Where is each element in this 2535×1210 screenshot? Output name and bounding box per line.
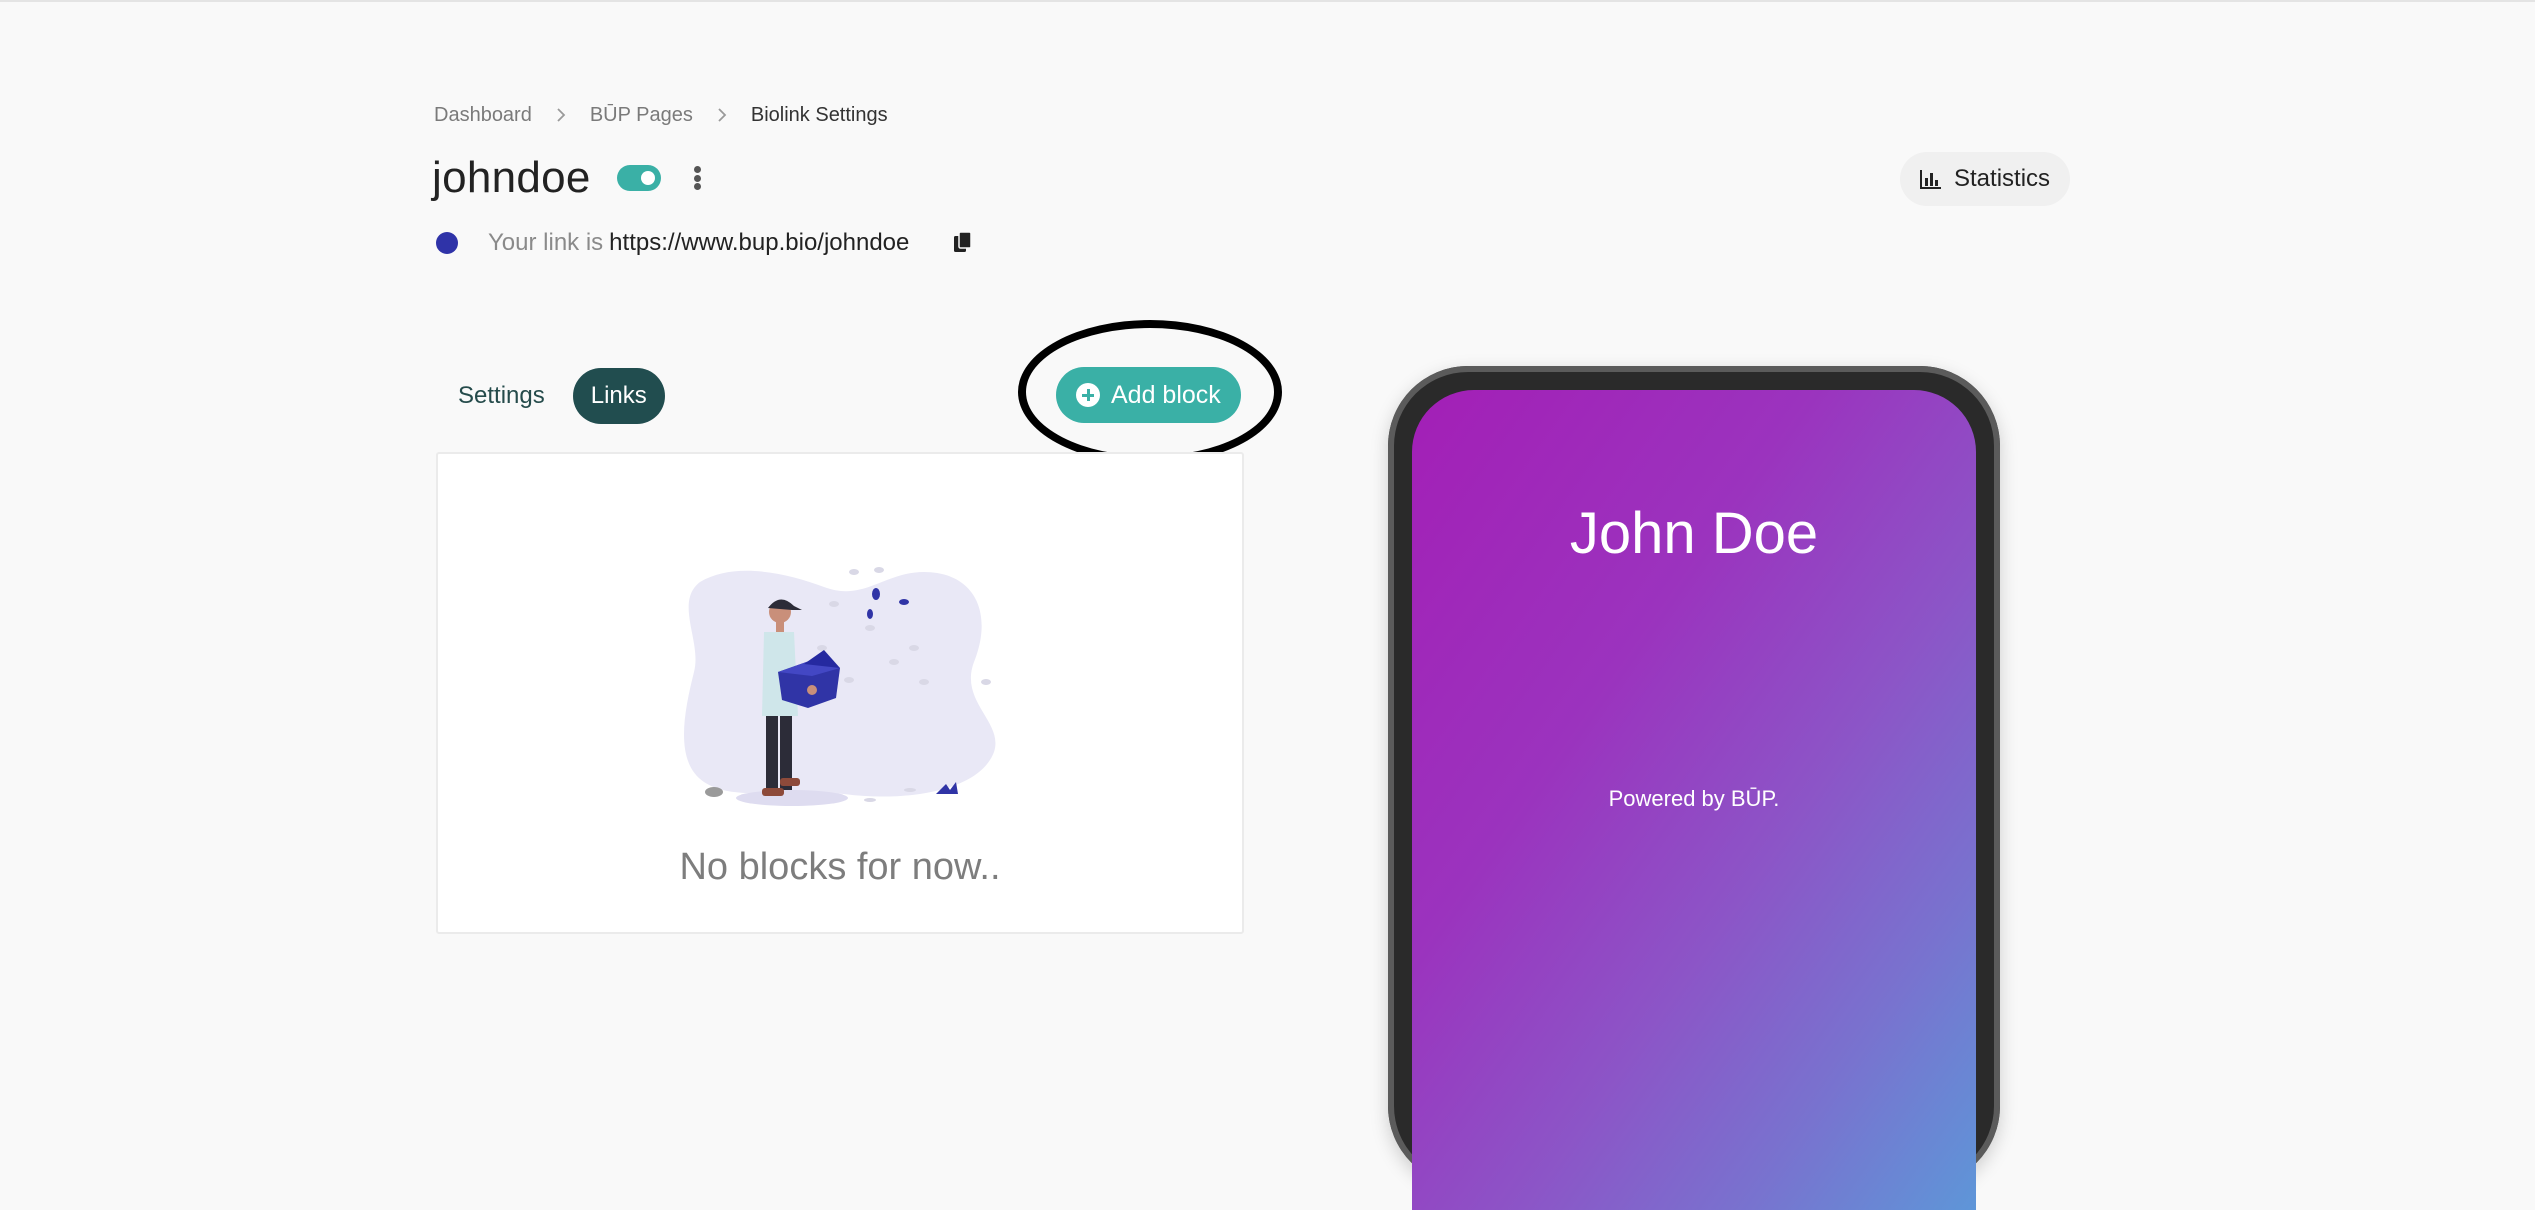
page-active-toggle[interactable] bbox=[616, 165, 661, 191]
plus-circle-icon bbox=[1076, 383, 1100, 407]
preview-profile-name: John Doe bbox=[1569, 501, 1819, 566]
status-dot bbox=[436, 232, 458, 254]
add-block-button[interactable]: Add block bbox=[1056, 367, 1241, 423]
statistics-button[interactable]: Statistics bbox=[1900, 152, 2071, 206]
page-title: johndoe bbox=[432, 153, 591, 202]
tab-bar: Settings Links bbox=[440, 368, 665, 424]
breadcrumb-bup-pages[interactable]: BŪP Pages bbox=[590, 104, 693, 127]
chevron-right-icon bbox=[556, 108, 566, 122]
phone-screen: John Doe Powered by BŪP. bbox=[1412, 390, 1976, 1210]
breadcrumb-dashboard[interactable]: Dashboard bbox=[434, 104, 532, 127]
empty-state-message: No blocks for now.. bbox=[679, 846, 1001, 888]
add-block-label: Add block bbox=[1111, 380, 1221, 409]
breadcrumb-current: Biolink Settings bbox=[750, 103, 888, 126]
link-row: Your link is https://www.bup.bio/johndoe bbox=[436, 226, 973, 260]
tab-settings[interactable]: Settings bbox=[440, 368, 563, 424]
bar-chart-icon bbox=[1920, 170, 1941, 189]
page-url-link[interactable]: https://www.bup.bio/johndoe bbox=[609, 229, 909, 257]
phone-preview: John Doe Powered by BŪP. bbox=[1388, 366, 2000, 1210]
links-empty-card: No blocks for now.. bbox=[436, 452, 1244, 934]
copy-icon[interactable] bbox=[953, 231, 973, 255]
top-divider bbox=[0, 0, 2535, 2]
breadcrumb: Dashboard BŪP Pages Biolink Settings bbox=[434, 100, 888, 130]
empty-box-illustration bbox=[684, 567, 996, 806]
tab-links[interactable]: Links bbox=[572, 368, 665, 424]
statistics-label: Statistics bbox=[1954, 165, 2051, 192]
chevron-right-icon bbox=[717, 108, 727, 122]
powered-by-footer: Powered by BŪP. bbox=[1608, 786, 1780, 811]
link-prefix: Your link is bbox=[488, 229, 604, 256]
title-row: johndoe bbox=[432, 148, 705, 208]
more-options-icon[interactable] bbox=[691, 164, 705, 192]
